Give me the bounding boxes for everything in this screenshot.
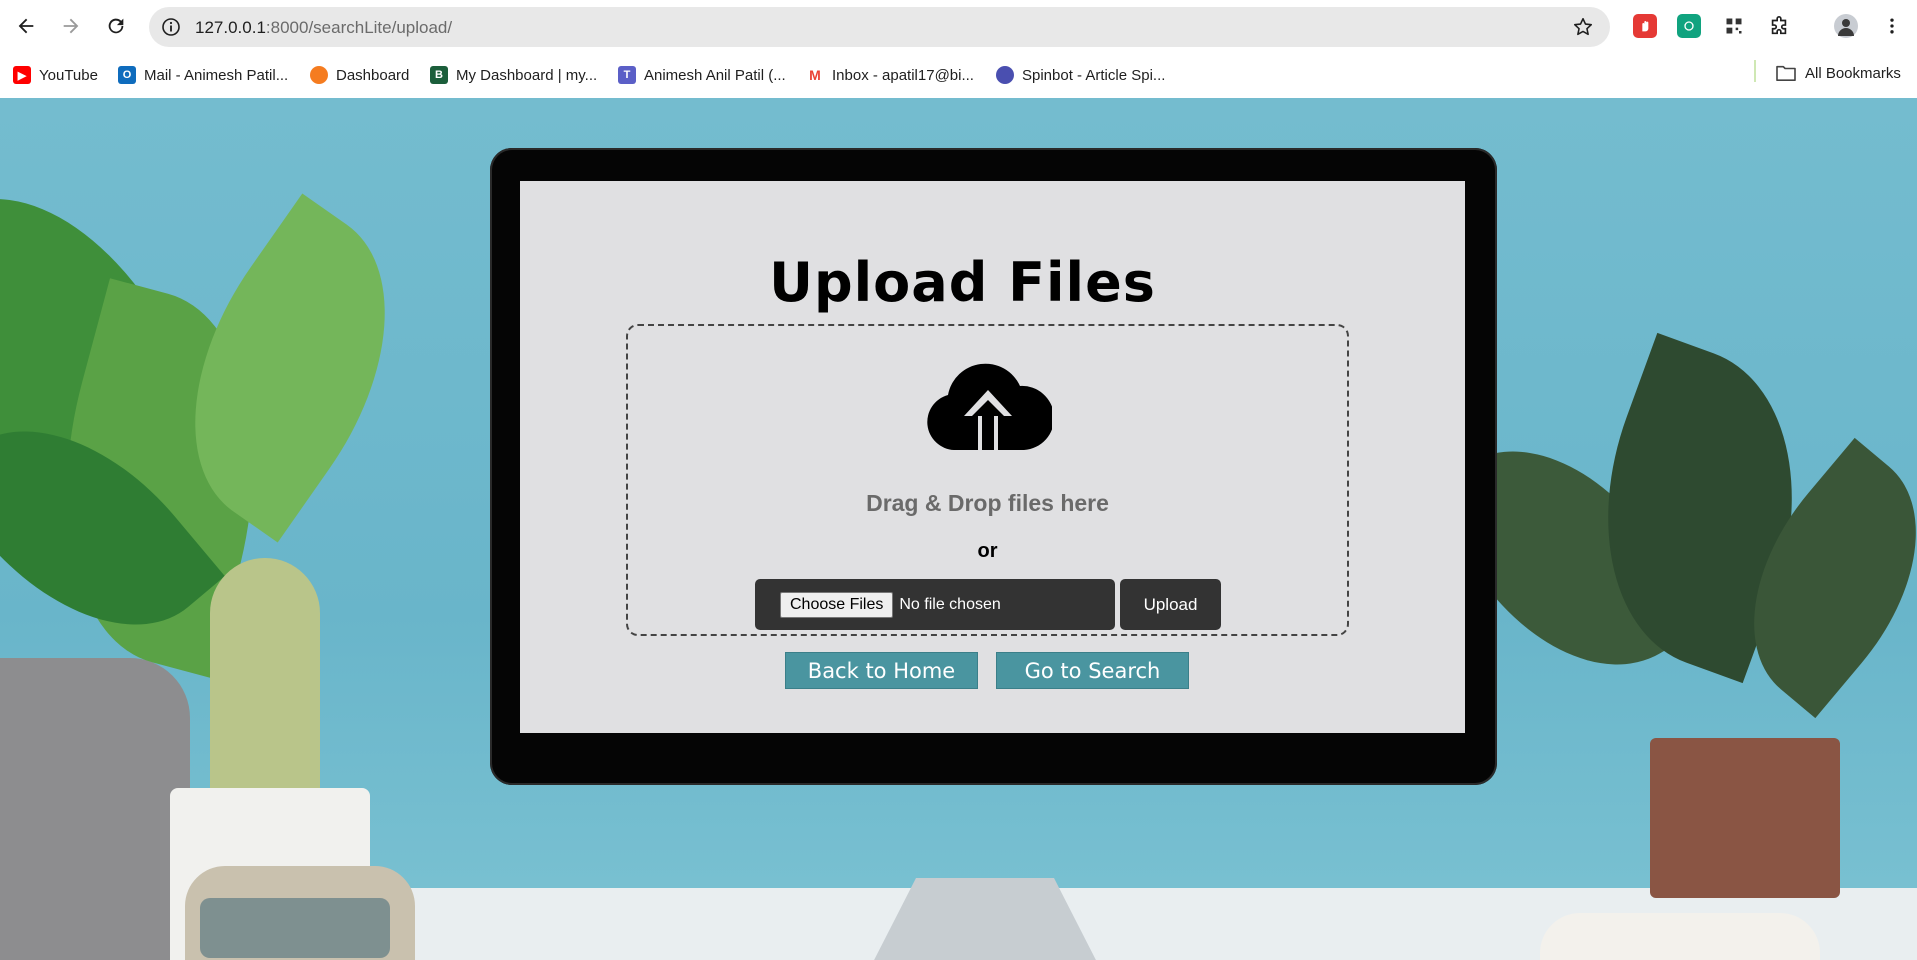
bookmarks-bar: ▶ YouTube O Mail - Animesh Patil... Dash… (0, 52, 1917, 99)
qr-code-extension-icon[interactable] (1722, 14, 1746, 38)
drop-zone[interactable]: Drag & Drop files here or Choose Files N… (626, 324, 1349, 636)
folder-icon (1776, 65, 1796, 82)
monitor-frame: Upload Files Drag & Drop files here or C… (490, 148, 1497, 785)
bookmark-my-dashboard[interactable]: B My Dashboard | my... (430, 64, 597, 86)
bookmark-label: My Dashboard | my... (456, 66, 598, 84)
youtube-icon: ▶ (13, 66, 31, 84)
choose-files-button[interactable]: Choose Files (780, 591, 894, 618)
file-status-text: No file chosen (899, 595, 1001, 613)
back-to-home-button[interactable]: Back to Home (785, 652, 978, 689)
url-text[interactable]: 127.0.0.1:8000/searchLite/upload/ (195, 18, 452, 38)
bookmarks-separator (1754, 60, 1756, 82)
browser-menu-icon[interactable] (1880, 14, 1904, 38)
page-viewport: Upload Files Drag & Drop files here or C… (0, 98, 1917, 960)
outlook-icon: O (118, 66, 136, 84)
file-input[interactable]: Choose Files No file chosen (755, 579, 1115, 630)
mug-glaze (200, 898, 390, 958)
adblock-extension-icon[interactable] (1633, 14, 1657, 38)
bookmark-label: Dashboard (336, 66, 410, 84)
browser-toolbar: 127.0.0.1:8000/searchLite/upload/ (0, 0, 1917, 52)
bookmark-mail[interactable]: O Mail - Animesh Patil... (118, 64, 288, 86)
bookmark-dashboard[interactable]: Dashboard (310, 64, 409, 86)
back-arrow-icon[interactable] (10, 10, 42, 42)
bookmark-label: Spinbot - Article Spi... (1022, 66, 1166, 84)
bookmark-label: Mail - Animesh Patil... (144, 66, 289, 84)
b-logo-icon: B (430, 66, 448, 84)
teams-icon: T (618, 66, 636, 84)
pencil-holder (1650, 738, 1840, 898)
go-to-search-button[interactable]: Go to Search (996, 652, 1189, 689)
forward-arrow-icon[interactable] (55, 10, 87, 42)
url-host: 127.0.0.1 (195, 18, 266, 37)
bookmark-label: Animesh Anil Patil (... (644, 66, 786, 84)
site-info-icon[interactable] (161, 17, 181, 37)
cactus (210, 558, 320, 818)
bookmark-youtube[interactable]: ▶ YouTube (13, 64, 98, 86)
all-bookmarks[interactable]: All Bookmarks (1775, 64, 1901, 82)
spinbot-icon (996, 66, 1014, 84)
gmail-icon: M (806, 66, 824, 84)
bookmark-label: YouTube (39, 66, 98, 84)
dashboard-icon (310, 66, 328, 84)
url-path: :8000/searchLite/upload/ (265, 18, 453, 37)
grey-planter (0, 658, 190, 960)
page-title: Upload Files (769, 251, 1156, 314)
white-planter-right (1540, 913, 1820, 960)
bookmark-star-icon[interactable] (1572, 16, 1594, 38)
bookmark-label: Inbox - apatil17@bi... (832, 66, 974, 84)
bookmark-teams[interactable]: T Animesh Anil Patil (... (618, 64, 786, 86)
extensions-puzzle-icon[interactable] (1767, 14, 1791, 38)
bookmark-inbox[interactable]: M Inbox - apatil17@bi... (806, 64, 974, 86)
all-bookmarks-label: All Bookmarks (1805, 64, 1901, 82)
upload-button[interactable]: Upload (1120, 579, 1221, 630)
reload-icon[interactable] (100, 10, 132, 42)
cloud-upload-icon (927, 363, 1052, 454)
profile-avatar[interactable] (1834, 14, 1858, 38)
address-bar[interactable]: 127.0.0.1:8000/searchLite/upload/ (149, 7, 1610, 47)
bookmark-spinbot[interactable]: Spinbot - Article Spi... (996, 64, 1165, 86)
or-separator: or (977, 540, 998, 562)
chatgpt-extension-icon[interactable] (1677, 14, 1701, 38)
drag-drop-text: Drag & Drop files here (866, 490, 1109, 516)
upload-panel: Upload Files Drag & Drop files here or C… (520, 181, 1465, 733)
